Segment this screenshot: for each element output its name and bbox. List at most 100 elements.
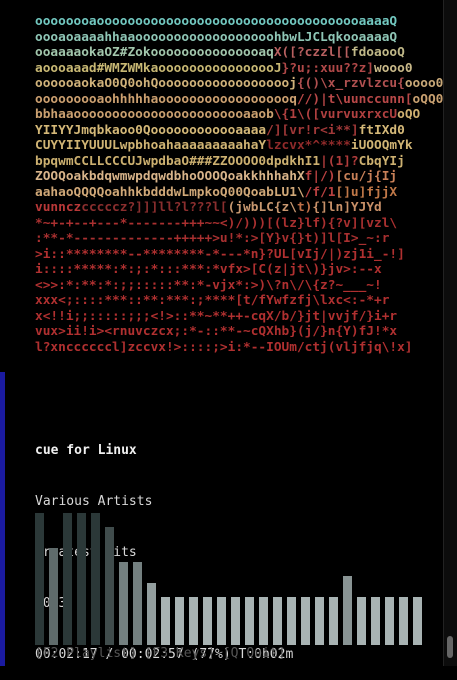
ascii-art-segment: x<!!i;;:::::;;;<!>::**~**++-cqX/b/}jt|vv…: [35, 308, 398, 324]
spectrum-bar: [231, 597, 240, 646]
ascii-art-segment: }?u;:xuu??z]: [281, 60, 374, 76]
ascii-art-segment: X([?czzl[[: [273, 45, 351, 60]
spectrum-bar: [357, 597, 366, 646]
ascii-art-line: :**-*-------------+++++>u!*:>[Y}v{}t)]l[…: [35, 231, 443, 247]
spectrum-bar: [413, 597, 422, 646]
ascii-art-line: aahaoQQQQoahhkbdddwLmpkoQ00QoabLU1\/f/1[…: [35, 185, 443, 201]
ascii-art-segment: wooo0: [374, 60, 413, 76]
ascii-art-line: xxx<;::::***::**:***:;****[t/fYwfzfj\lxc…: [35, 293, 443, 309]
ascii-art-line: x<!!i;;:::::;;;<!>::**~**++-cqX/b/}jt|vv…: [35, 309, 443, 325]
ascii-art-segment: (jwbLC{z\: [227, 200, 297, 215]
ascii-art-segment: ZOOQoakbdqwmwpdqwdbhoOOOQoakkhhhahX: [35, 169, 305, 184]
ascii-art-line: i::::*****:*:;:*:::***:*vfx>[C(z|jt\)}jv…: [35, 262, 443, 278]
ascii-art-line: l?xnccccccl]zccvx!>::::;>i:*--IOUm/ctj(v…: [35, 340, 443, 356]
ascii-art-segment: \{1\([vurvuxrxcU: [273, 107, 398, 122]
track-title: cue for Linux: [35, 443, 137, 458]
spectrum-bar: [273, 597, 282, 646]
ascii-art-segment: vux>ii!i><rnuvczcx;:*-::**-~cQXhb}(j/}n{…: [35, 324, 398, 339]
scrollbar-thumb[interactable]: [447, 636, 453, 658]
spectrum-visualizer: [35, 510, 422, 646]
ascii-art-segment: xxx<;::::***::**:***:;****[t/fYwfzfj\lxc…: [35, 293, 390, 308]
ascii-art-segment: /][vr!r<i**]: [266, 122, 359, 138]
ascii-art-segment: oooooooaoooooooooooooooooooooooooooooooo…: [35, 14, 398, 29]
spectrum-bar: [245, 597, 254, 646]
ascii-art-segment: >i::********--********-*---*n}?UL[vIj/|)…: [35, 246, 405, 262]
ascii-art-segment: oQO: [397, 107, 421, 122]
ascii-art-segment: CUYYIIYUUULwpbhoahaaaaaaaaahaY: [35, 138, 267, 153]
ascii-art-segment: aoooaaad#WMZWMkaoooooooooooooooJ: [35, 60, 282, 76]
ascii-art-segment: cccccz?]]]ll?l???l[: [81, 200, 228, 215]
spectrum-bar: [147, 583, 156, 646]
ascii-art-segment: f|/): [304, 169, 336, 184]
ascii-art-line: oooaoaaaahhaaoooooooooooooooooohbwLJCLqk…: [35, 30, 443, 46]
spectrum-bar: [35, 513, 44, 646]
ascii-art-segment: i::::*****:*:;:*:::***:*vfx>[C(z|jt\)}jv…: [35, 262, 382, 277]
spectrum-bar: [91, 513, 100, 646]
key-hints: [F2 Playlist] [F3 Keys] [Q Quit]: [35, 646, 286, 661]
ascii-art-segment: <>>:*:**:*:;;:::::**:*-vjx*:>)\?n\/\{z?~…: [35, 277, 382, 293]
ascii-art-segment: bbhaaooooooooooooooooooooooaaob: [35, 107, 274, 122]
ascii-art-line: YIIYYJmqbkaoo0Qoooooooooooaaaa/][vr!r<i*…: [35, 123, 443, 139]
ascii-art-segment: ooaaaaokaOZ#Zokooooooooooooooaq: [35, 45, 274, 60]
scrollbar[interactable]: [443, 0, 457, 666]
ascii-art-segment: oooaoaaaahhaaoooooooooooooooooohbwLJCLqk…: [35, 29, 398, 45]
ascii-art-segment: aahaoQQQQoahhkbdddwLmpkoQ00QoabLU1\: [35, 184, 305, 200]
spectrum-bar: [105, 527, 114, 646]
ascii-album-art: oooooooaoooooooooooooooooooooooooooooooo…: [35, 14, 443, 355]
ascii-art-line: ooaaaaokaOZ#ZokooooooooooooooaqX([?czzl[…: [35, 45, 443, 61]
spectrum-bar: [77, 513, 86, 646]
ascii-art-segment: //)|t\uunccunn[: [296, 91, 413, 107]
ascii-art-line: oooooooaoooooooooooooooooooooooooooooooo…: [35, 14, 443, 30]
spectrum-bar: [301, 597, 310, 646]
ascii-art-segment: oooooaokaO0Q0ohQoooooooooooooooooj: [35, 76, 297, 91]
spectrum-bar: [175, 597, 184, 646]
ascii-art-line: CUYYIIYUUULwpbhoahaaaaaaaaahaYlzcvx*^***…: [35, 138, 443, 154]
ascii-art-segment: bpqwmCCLLCCCUJwpdbaO###ZZOOOO0dpdkhI1: [35, 153, 321, 169]
ascii-art-segment: {]ln]YJYd: [312, 200, 382, 215]
spectrum-bar: [49, 548, 58, 646]
spectrum-bar: [329, 597, 338, 646]
ascii-art-segment: {()\x_rzvlzcu{: [296, 76, 405, 91]
ascii-art-line: >i::********--********-*---*n}?UL[vIj/|)…: [35, 247, 443, 263]
spectrum-bar: [63, 513, 72, 646]
ascii-art-segment: oooo0: [404, 76, 444, 91]
ascii-art-segment: lzcvx*^****: [266, 138, 351, 153]
ascii-art-line: oooooaokaO0Q0ohQoooooooooooooooooj{()\x_…: [35, 76, 443, 92]
ascii-art-segment: iUOOQmYk: [350, 138, 413, 153]
ascii-art-segment: oQQ0: [412, 91, 444, 107]
ascii-art-segment: *~+-+--+---*-------+++~~<)/)))[(lz}lf){?…: [35, 215, 398, 231]
spectrum-bar: [343, 576, 352, 646]
spectrum-bar: [133, 562, 142, 646]
spectrum-bar: [217, 597, 226, 646]
ascii-art-segment: YIIYYJmqbkaoo0Qoooooooooooaaaa: [35, 122, 267, 138]
ascii-art-segment: ooooooooaohhhhhaoooooooooooooooooq: [35, 91, 297, 107]
spectrum-bar: [371, 597, 380, 646]
ascii-art-segment: /f/1: [304, 184, 336, 200]
ascii-art-line: <>>:*:**:*:;;:::::**:*-vjx*:>)\?n\/\{z?~…: [35, 278, 443, 294]
ascii-art-line: bpqwmCCLLCCCUJwpdbaO###ZZOOOO0dpdkhI1|(1…: [35, 154, 443, 170]
window-left-edge: [0, 372, 5, 666]
ascii-art-line: aoooaaad#WMZWMkaoooooooooooooooJ}?u;:xuu…: [35, 61, 443, 77]
track-artist: Various Artists: [35, 494, 153, 509]
ascii-art-line: bbhaaooooooooooooooooooooooaaob\{1\([vur…: [35, 107, 443, 123]
spectrum-bar: [399, 597, 408, 646]
ascii-art-segment: [cu/j{Ij: [335, 169, 398, 184]
spectrum-bar: [203, 597, 212, 646]
ascii-art-segment: t): [296, 200, 313, 215]
ascii-art-line: ZOOQoakbdqwmwpdqwdbhoOOOQoakkhhhahXf|/)[…: [35, 169, 443, 185]
ascii-art-segment: l?xnccccccl]zccvx!>::::;>i:*--IOUm/ctj(v…: [35, 339, 413, 355]
ascii-art-segment: vunncz: [35, 200, 82, 215]
spectrum-bar: [189, 597, 198, 646]
spectrum-bar: [259, 597, 268, 646]
ascii-art-segment: ftIXd0: [358, 122, 405, 138]
spectrum-bar: [287, 597, 296, 646]
spectrum-bar: [119, 562, 128, 646]
ascii-art-segment: fdoaooQ: [350, 45, 405, 60]
ascii-art-segment: CbqYIj: [358, 153, 405, 169]
spectrum-bar: [161, 597, 170, 646]
ascii-art-line: vunnczcccccz?]]]ll?l???l[(jwbLC{z\t){]ln…: [35, 200, 443, 216]
ascii-art-line: ooooooooaohhhhhaoooooooooooooooooq//)|t\…: [35, 92, 443, 108]
spectrum-bar: [385, 597, 394, 646]
ascii-art-line: vux>ii!i><rnuvczcx;:*-::**-~cQXhb}(j/}n{…: [35, 324, 443, 340]
spectrum-bar: [315, 597, 324, 646]
